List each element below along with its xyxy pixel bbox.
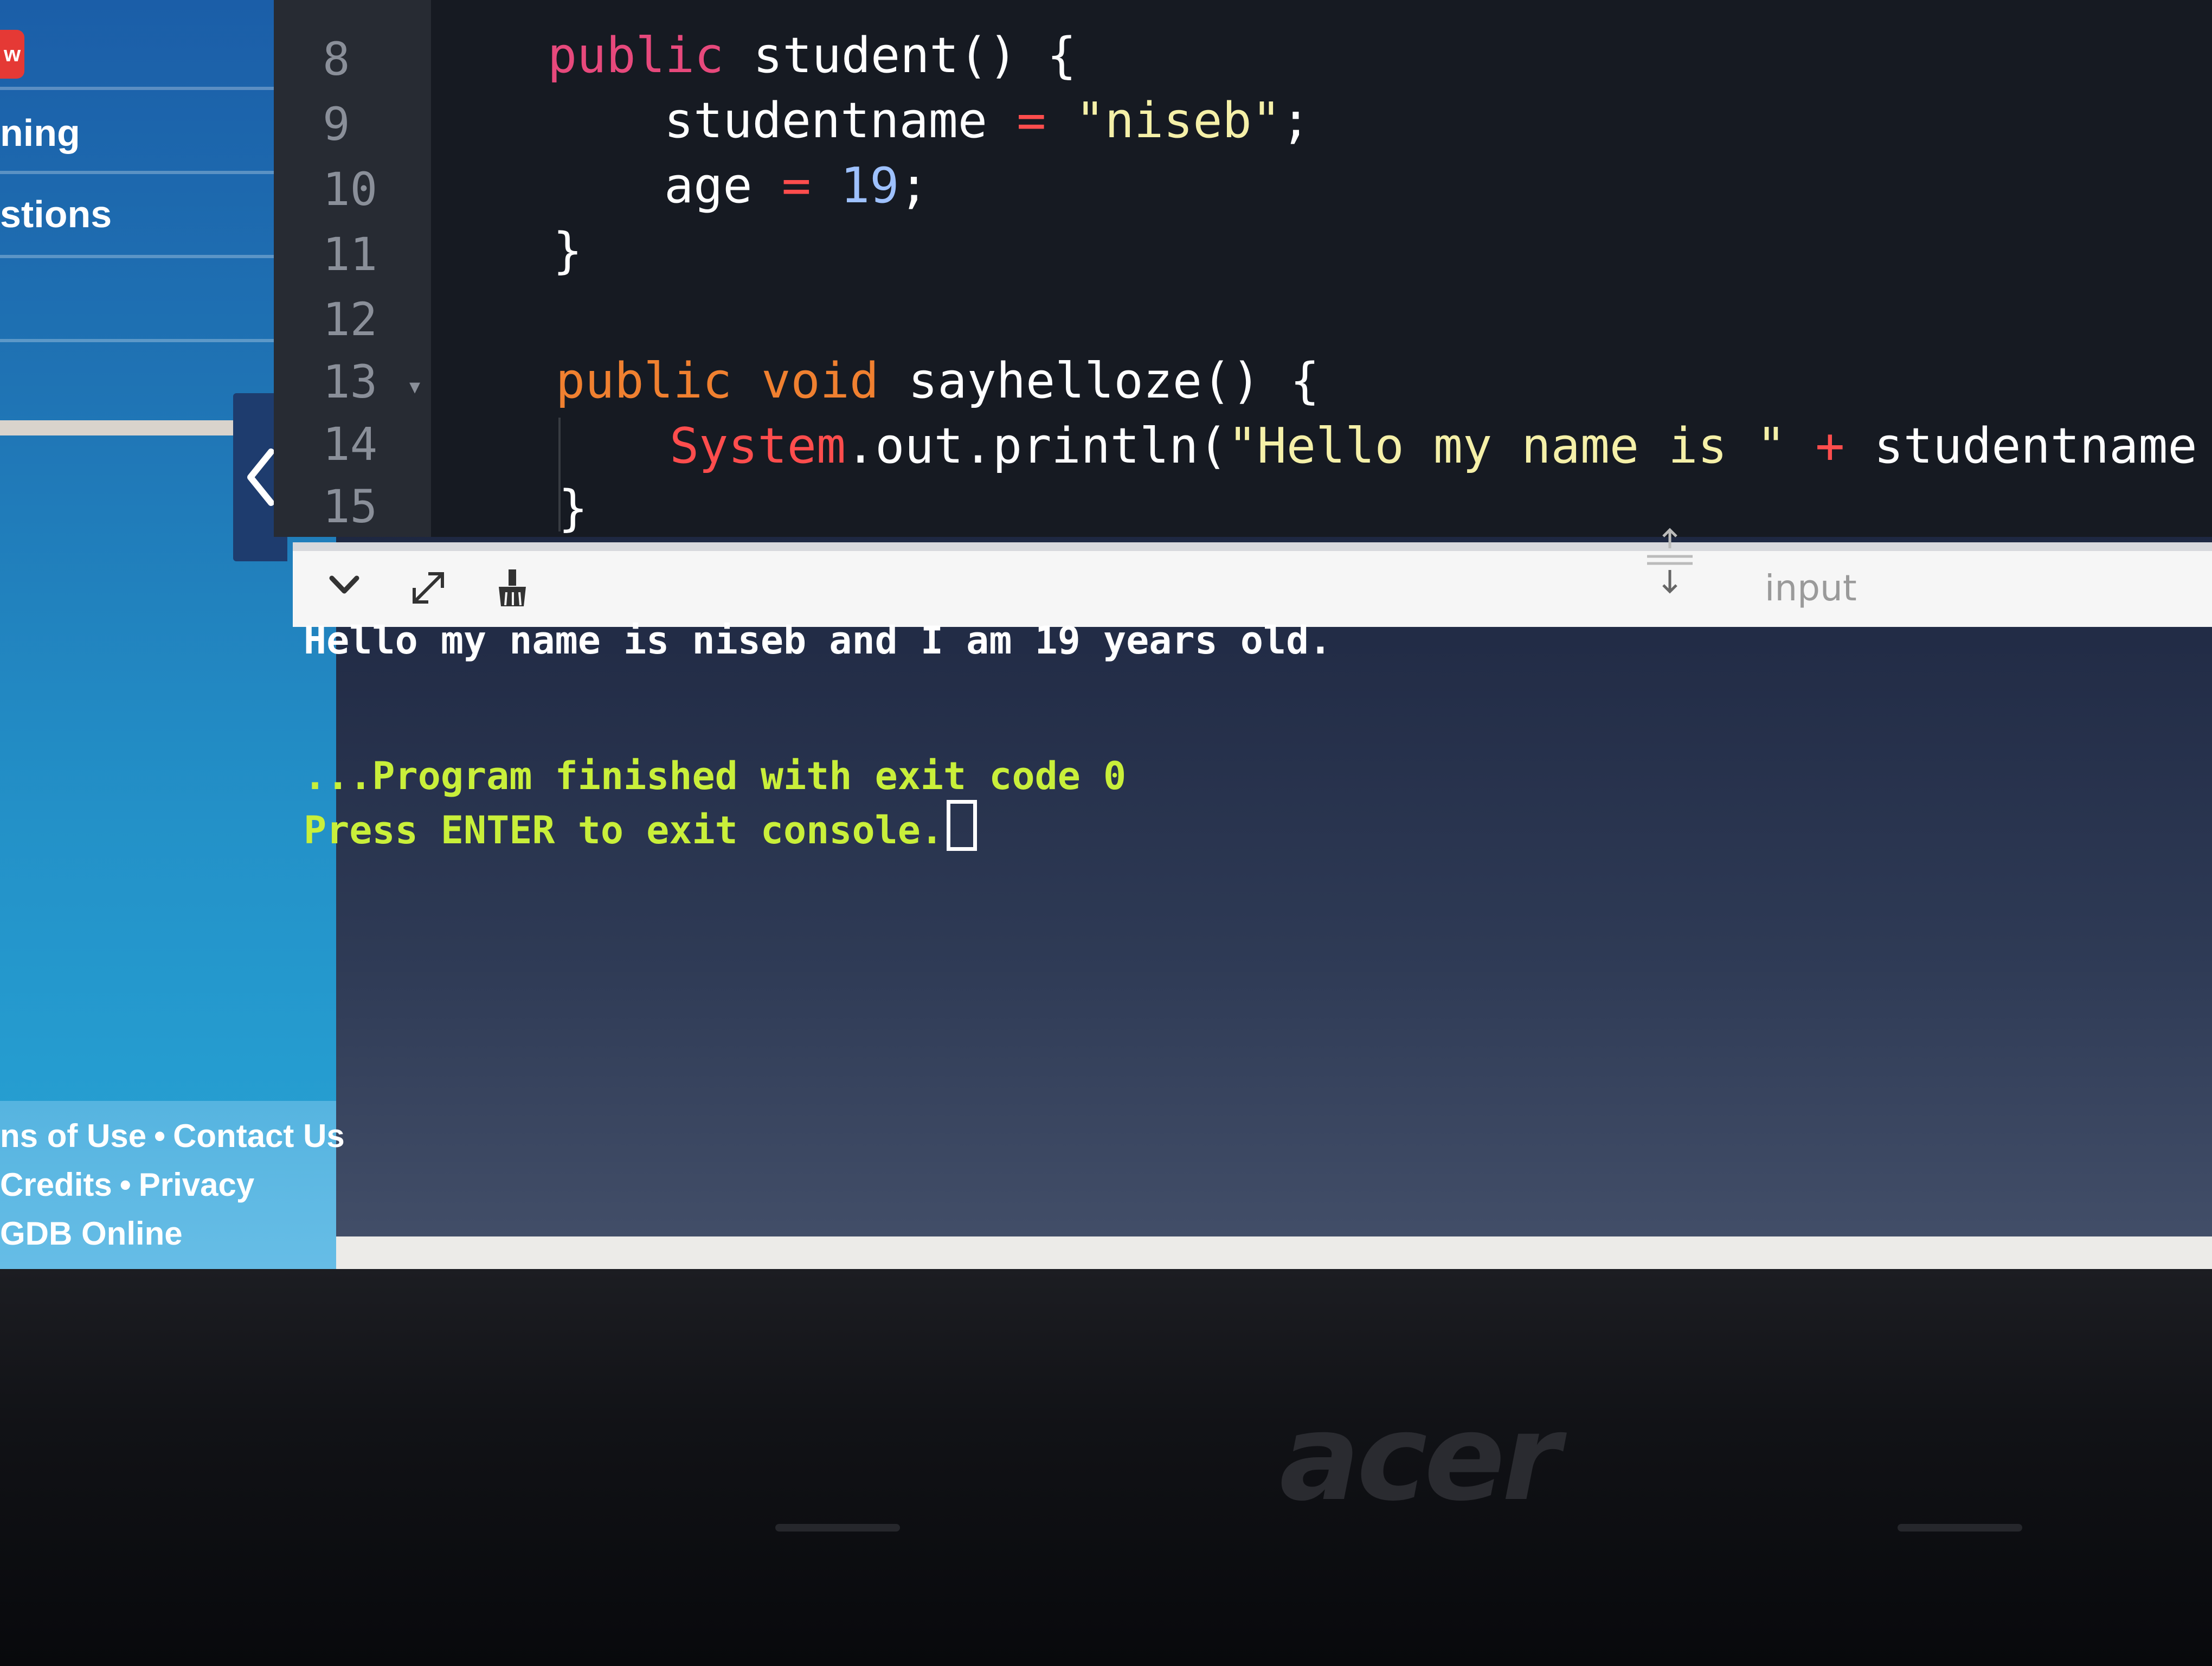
clear-console-icon[interactable] [493, 566, 531, 610]
screen-bottom-edge [336, 1236, 2212, 1269]
terms-of-use-link[interactable]: ns of Use [0, 1117, 146, 1155]
operator: + [1786, 418, 1874, 475]
privacy-link[interactable]: Privacy [139, 1166, 255, 1203]
operator: = [987, 92, 1076, 149]
line-number: 14 [323, 418, 378, 471]
footer-links: ns of Use • Contact Us Credits • Privacy GDB… [0, 1101, 345, 1269]
code-line-9: studentname = "niseb"; [664, 92, 1310, 149]
line-number: 12 [323, 293, 378, 346]
class-name: System [670, 418, 846, 475]
footer-separator: • [119, 1167, 131, 1203]
input-tab[interactable]: input [1765, 567, 1857, 609]
copyright-gdb-online: GDB Online [0, 1215, 183, 1252]
console-toolbar: input [293, 528, 2212, 627]
hinge [775, 1524, 900, 1532]
expand-console-icon[interactable] [407, 566, 450, 610]
keyword: public [556, 353, 732, 409]
line-number: 15 [323, 480, 378, 533]
press-enter-line: Press ENTER to exit console. [304, 800, 978, 853]
semicolon: ; [1281, 92, 1311, 149]
program-finished-line: ...Program finished with exit code 0 [304, 754, 1127, 798]
code-line-8: public student() { [548, 27, 1076, 84]
identifier: studentname [1874, 418, 2197, 475]
acer-logo: acer [1279, 1388, 1561, 1527]
code-line-13: public void sayhelloze() { [556, 353, 1320, 409]
keyword: public [548, 27, 724, 84]
code-line-11: } [553, 222, 583, 279]
program-output-line: Hello my name is niseb and I am 19 years… [304, 618, 1332, 663]
hinge [1898, 1524, 2022, 1532]
code-text: .out.println( [846, 418, 1228, 475]
sidebar-item-learning[interactable]: ning [0, 111, 282, 155]
sidebar-panel-divider [0, 420, 233, 435]
console-output[interactable]: Hello my name is niseb and I am 19 years… [304, 618, 2212, 1236]
resize-handle-icon[interactable] [1643, 527, 1697, 597]
new-badge: w [0, 30, 24, 79]
credits-link[interactable]: Credits [0, 1166, 112, 1203]
laptop-screen: w ning stions ns of Use • Contact Us Credi… [0, 0, 2212, 1269]
semicolon: ; [899, 157, 929, 214]
photo: w ning stions ns of Use • Contact Us Credi… [0, 0, 2212, 1666]
code-line-15: } [558, 480, 588, 537]
operator: = [752, 157, 841, 214]
operator: + [2197, 418, 2212, 475]
line-number: 8 [323, 33, 350, 86]
code-editor[interactable]: 8 9 10 11 12 13 ▾ 14 15 public student()… [274, 0, 2212, 537]
fold-arrow-icon[interactable]: ▾ [409, 374, 420, 399]
keyword: void [732, 353, 879, 409]
press-enter-text: Press ENTER to exit console. [304, 808, 944, 853]
sidebar-divider [0, 255, 282, 258]
line-number: 9 [323, 98, 350, 151]
chevron-left-icon [247, 448, 274, 506]
code-text: student() { [724, 27, 1077, 84]
indent-guide [558, 418, 561, 531]
text-cursor [947, 800, 978, 851]
code-line-14: System.out.println("Hello my name is " +… [670, 418, 2212, 475]
sidebar-divider [0, 87, 282, 90]
laptop-bezel: acer [0, 1269, 2212, 1666]
string-literal: "Hello my name is " [1227, 418, 1786, 475]
identifier: age [664, 157, 753, 214]
footer-separator: • [154, 1118, 166, 1154]
sidebar-divider [0, 171, 282, 174]
collapse-console-icon[interactable] [325, 566, 363, 604]
sidebar-divider [0, 339, 282, 342]
line-number: 10 [323, 163, 378, 216]
line-number: 13 [323, 355, 378, 408]
sidebar-item-questions[interactable]: stions [0, 193, 282, 236]
identifier: studentname [664, 92, 988, 149]
code-text: sayhelloze() { [879, 353, 1320, 409]
line-number-gutter: 8 9 10 11 12 13 ▾ 14 15 [274, 0, 431, 537]
string-literal: "niseb" [1075, 92, 1281, 149]
number-literal: 19 [840, 157, 899, 214]
line-number: 11 [323, 228, 378, 281]
code-line-10: age = 19; [664, 157, 929, 214]
